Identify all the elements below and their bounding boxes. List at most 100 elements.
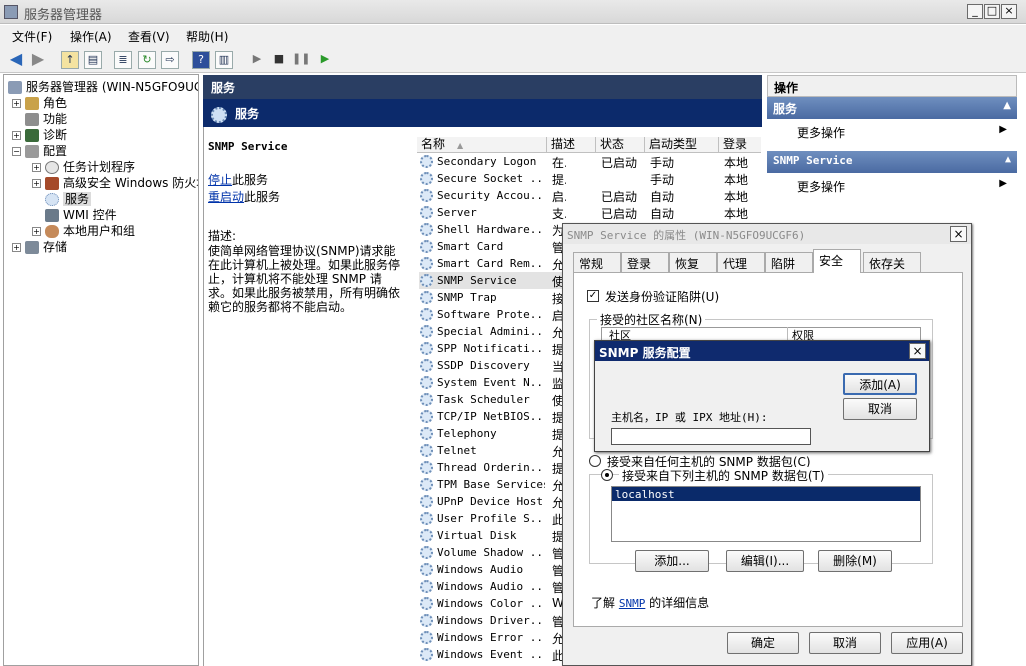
tree-item-wmi[interactable]: WMI 控件 [45,206,117,222]
tree-root[interactable]: 服务器管理器 (WIN-N5GFO9UCGF [8,78,198,94]
host-address-input[interactable] [611,428,811,445]
collapse-up-icon[interactable]: ▲ [1003,100,1011,111]
window-titlebar: 服务器管理器 _ □ × [0,0,1026,24]
column-community[interactable]: 社区 [603,327,788,342]
table-row[interactable]: Security Accou... 启... 已启动自动 本地 [419,187,763,204]
table-row[interactable]: Secondary Logon 在... 已启动手动 本地 [419,153,763,170]
back-icon[interactable]: ◀ [7,51,25,69]
tab-4[interactable]: 陷阱 [765,252,813,272]
tree-item-roles[interactable]: + 角色 [12,94,67,110]
column-status[interactable]: 状态 [596,137,645,153]
menu-help[interactable]: 帮助(H) [186,28,228,45]
menu-action[interactable]: 操作(A) [70,28,112,45]
expand-icon[interactable]: + [32,163,41,172]
expand-icon[interactable]: + [32,179,41,188]
host-edit-button[interactable]: 编辑(I)... [726,550,804,572]
collapse-up-icon[interactable]: ▲ [1005,154,1011,165]
service-name: Virtual Disk [437,529,517,542]
restart-icon[interactable]: ▶ [316,51,334,69]
tree-item-services[interactable]: 服务 [45,190,92,206]
ok-button[interactable]: 确定 [727,632,799,654]
service-startup-type: 手动 [650,173,675,187]
cancel-button[interactable]: 取消 [809,632,881,654]
column-name[interactable]: 名称 ▲ [417,137,547,153]
service-gear-icon [420,648,433,661]
expand-icon[interactable]: + [12,99,21,108]
service-name: Secondary Logon [437,155,537,168]
service-name: Smart Card [437,240,504,253]
help-icon[interactable]: ? [192,51,210,69]
tree-item-firewall[interactable]: + 高级安全 Windows 防火墙 [32,174,198,190]
send-trap-checkbox[interactable]: ✓ [587,290,599,302]
service-name: SSDP Discovery [437,359,530,372]
properties-icon[interactable]: ≣ [114,51,132,69]
service-status: 已启动 [601,190,638,204]
tab-1[interactable]: 登录 [621,252,669,272]
tree-item-local-users[interactable]: + 本地用户和组 [32,222,135,238]
snmp-add-button[interactable]: 添加(A) [843,373,917,395]
column-description[interactable]: 描述 [547,137,596,153]
menu-file[interactable]: 文件(F) [12,28,52,45]
expand-icon[interactable]: + [12,131,21,140]
tab-2[interactable]: 恢复 [669,252,717,272]
stop-service-link[interactable]: 停止 [208,173,232,187]
forward-icon[interactable]: ▶ [29,51,47,69]
host-add-button[interactable]: 添加... [635,550,709,572]
expand-icon[interactable]: + [32,227,41,236]
service-gear-icon [420,580,433,593]
actions-section-services[interactable]: 服务 ▲ [767,97,1017,119]
service-gear-icon [420,172,433,185]
radio-any-host[interactable] [589,455,601,467]
up-folder-icon[interactable]: ↑ [61,51,79,69]
service-name: UPnP Device Host [437,495,543,508]
service-gear-icon [420,223,433,236]
snmp-config-close-button[interactable]: × [909,343,926,359]
radio-these-hosts[interactable] [601,469,613,481]
refresh-icon[interactable]: ↻ [138,51,156,69]
minimize-button[interactable]: _ [967,4,983,19]
restart-service-link[interactable]: 重启动 [208,190,244,204]
column-logon[interactable]: 登录 [719,137,761,153]
service-name: Security Accou... [437,189,545,202]
maximize-button[interactable]: □ [984,4,1000,19]
column-rights[interactable]: 权限 [788,327,918,342]
menu-view[interactable]: 查看(V) [128,28,170,45]
tab-0[interactable]: 常规 [573,252,621,272]
stop-icon[interactable]: ■ [270,51,288,69]
snmp-help-link[interactable]: SNMP [619,597,646,610]
service-gear-icon [420,444,433,457]
collapse-icon[interactable]: − [12,147,21,156]
expand-icon[interactable]: + [12,243,21,252]
table-row[interactable]: Secure Socket ... 提... 手动 本地 [419,170,763,187]
service-name: Special Admini... [437,325,545,338]
service-name: TCP/IP NetBIOS... [437,410,545,423]
tab-6[interactable]: 依存关系 [863,252,921,288]
tree-item-task-scheduler[interactable]: + 任务计划程序 [32,158,135,174]
action-pane-icon[interactable]: ▥ [215,51,233,69]
tree-item-diagnostics[interactable]: + 诊断 [12,126,67,142]
tab-3[interactable]: 代理 [717,252,765,272]
properties-close-button[interactable]: × [950,226,967,242]
actions-section-snmp[interactable]: SNMP Service ▲ [767,151,1017,173]
snmp-cancel-button[interactable]: 取消 [843,398,917,420]
tree-item-configuration[interactable]: − 配置 [12,142,67,158]
host-list-item[interactable]: localhost [612,487,920,501]
apply-button[interactable]: 应用(A) [891,632,963,654]
close-button[interactable]: × [1001,4,1017,19]
show-tree-icon[interactable]: ▤ [84,51,102,69]
more-actions-snmp[interactable]: 更多操作 ▶ [767,174,1017,198]
tree-item-features[interactable]: 功能 [25,110,67,126]
storage-icon [25,241,39,254]
pause-icon[interactable]: ❚❚ [292,51,310,69]
column-startup-type[interactable]: 启动类型 [645,137,719,153]
service-name: Windows Error ... [437,631,545,644]
host-remove-button[interactable]: 删除(M) [818,550,892,572]
tree-item-storage[interactable]: + 存储 [12,238,67,254]
more-actions-services[interactable]: 更多操作 ▶ [767,120,1017,144]
table-row[interactable]: Server 支... 已启动自动 本地 [419,204,763,221]
tab-5[interactable]: 安全 [813,249,861,273]
navigation-tree: 服务器管理器 (WIN-N5GFO9UCGF +角色 功能 +诊断 −配置 +任… [3,74,199,666]
start-icon[interactable]: ▶ [248,51,266,69]
submenu-arrow-icon: ▶ [999,178,1007,189]
export-icon[interactable]: ⇨ [161,51,179,69]
